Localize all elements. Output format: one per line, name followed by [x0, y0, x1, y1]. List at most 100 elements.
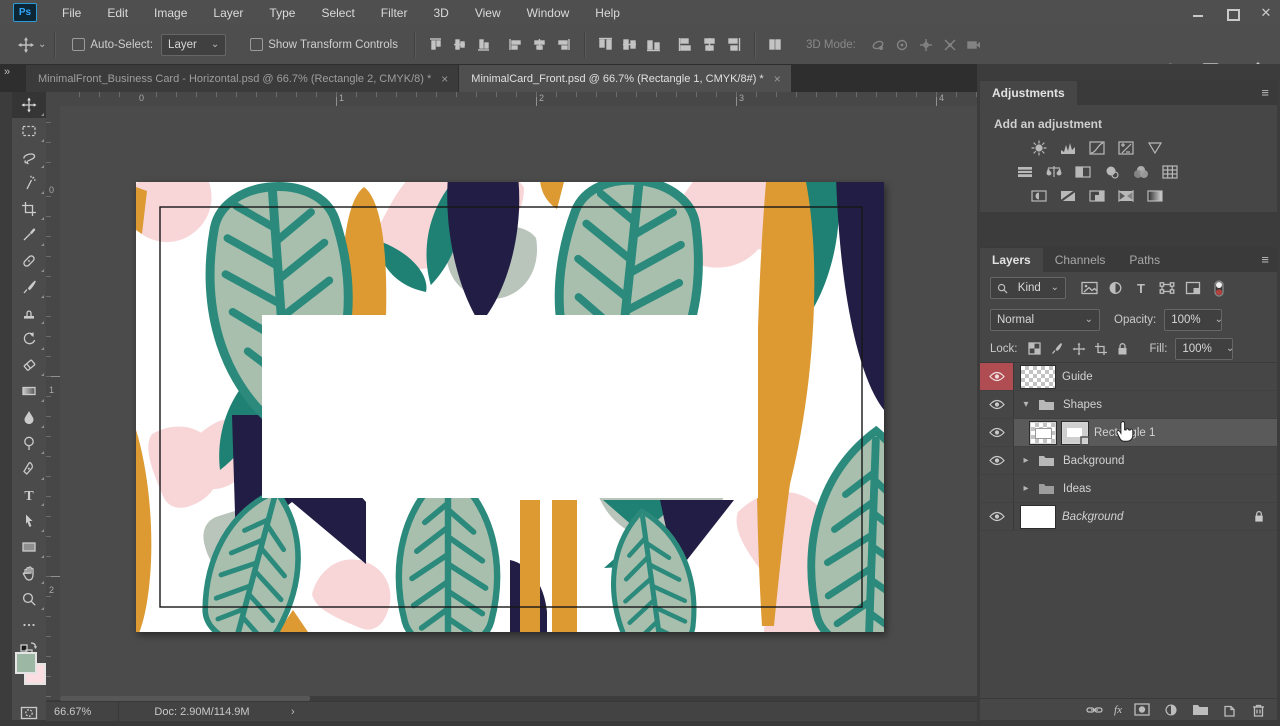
distribute-left-edges-icon[interactable] [674, 33, 698, 57]
eyedropper-tool[interactable] [12, 222, 46, 248]
menu-view[interactable]: View [462, 0, 514, 25]
layer-row-background[interactable]: Background [980, 503, 1277, 531]
lock-transparent-pixels-icon[interactable] [1024, 339, 1046, 359]
channel-mixer-icon[interactable] [1130, 163, 1152, 181]
curves-icon[interactable] [1086, 139, 1108, 157]
invert-icon[interactable] [1028, 187, 1050, 205]
tab-layers[interactable]: Layers [980, 248, 1043, 272]
crop-tool[interactable] [12, 196, 46, 222]
layer-name[interactable]: Guide [1062, 371, 1093, 383]
tool-preset-caret-icon[interactable]: ⌄ [38, 41, 46, 49]
lasso-tool[interactable] [12, 144, 46, 170]
new-group-icon[interactable] [1191, 700, 1209, 720]
distribute-horizontal-centers-icon[interactable] [698, 33, 722, 57]
marquee-tool[interactable] [12, 118, 46, 144]
document-tab-2[interactable]: MinimalCard_Front.psd @ 66.7% (Rectangle… [459, 65, 790, 92]
filter-adjustment-layers-icon[interactable] [1104, 278, 1126, 298]
path-selection-tool[interactable] [12, 508, 46, 534]
filter-smart-objects-icon[interactable] [1182, 278, 1204, 298]
lock-position-icon[interactable] [1068, 339, 1090, 359]
close-tab-icon[interactable]: × [774, 72, 781, 86]
layer-row-background-group[interactable]: ▸ Background [980, 447, 1277, 475]
levels-icon[interactable] [1057, 139, 1079, 157]
distribute-vertical-centers-icon[interactable] [618, 33, 642, 57]
color-balance-icon[interactable] [1043, 163, 1065, 181]
menu-window[interactable]: Window [514, 0, 583, 25]
spot-healing-brush-tool[interactable] [12, 248, 46, 274]
collapse-toolbar-icon[interactable]: » [4, 66, 9, 78]
photo-filter-icon[interactable] [1101, 163, 1123, 181]
foreground-color-swatch[interactable] [15, 652, 37, 674]
rectangle-shape-tool[interactable] [12, 534, 46, 560]
menu-3d[interactable]: 3D [420, 0, 461, 25]
move-tool[interactable] [12, 92, 46, 118]
tab-adjustments[interactable]: Adjustments [980, 81, 1077, 105]
layer-row-ideas[interactable]: ▸ Ideas [980, 475, 1277, 503]
dodge-tool[interactable] [12, 430, 46, 456]
align-horizontal-centers-icon[interactable] [528, 33, 552, 57]
menu-filter[interactable]: Filter [368, 0, 421, 25]
blend-mode-dropdown[interactable]: Normal ⌄ [990, 309, 1100, 331]
menu-layer[interactable]: Layer [200, 0, 256, 25]
clone-stamp-tool[interactable] [12, 300, 46, 326]
chevron-right-icon[interactable]: ▸ [1020, 483, 1032, 494]
distribute-bottom-edges-icon[interactable] [642, 33, 666, 57]
color-lookup-icon[interactable] [1159, 163, 1181, 181]
layer-filter-toggle[interactable] [1208, 278, 1230, 298]
brush-tool[interactable] [12, 274, 46, 300]
exposure-icon[interactable] [1115, 139, 1137, 157]
document-tab-1[interactable]: MinimalFront_Business Card - Horizontal.… [26, 65, 458, 92]
filter-shape-layers-icon[interactable] [1156, 278, 1178, 298]
zoom-tool[interactable] [12, 586, 46, 612]
document-canvas[interactable] [136, 182, 884, 632]
auto-select-dropdown[interactable]: Layer ⌄ [161, 34, 226, 56]
visibility-eye-icon[interactable] [980, 447, 1014, 474]
gradient-map-icon[interactable] [1115, 187, 1137, 205]
ruler-origin-box[interactable] [46, 92, 61, 107]
layer-name[interactable]: Ideas [1063, 483, 1091, 495]
gradient-tool[interactable] [12, 378, 46, 404]
eraser-tool[interactable] [12, 352, 46, 378]
show-transform-checkbox[interactable] [250, 38, 263, 51]
vibrance-icon[interactable] [1144, 139, 1166, 157]
visibility-eye-empty[interactable] [980, 475, 1014, 502]
layer-name[interactable]: Background [1063, 455, 1124, 467]
menu-image[interactable]: Image [141, 0, 200, 25]
visibility-eye-icon[interactable] [980, 391, 1014, 418]
layer-thumbnail[interactable] [1020, 365, 1056, 389]
filter-type-layers-icon[interactable]: T [1130, 278, 1152, 298]
filter-pixel-layers-icon[interactable] [1078, 278, 1100, 298]
lock-artboard-icon[interactable] [1090, 339, 1112, 359]
align-left-edges-icon[interactable] [504, 33, 528, 57]
auto-align-layers-icon[interactable] [764, 33, 788, 57]
maximize-icon[interactable] [1226, 7, 1238, 19]
brightness-contrast-icon[interactable] [1028, 139, 1050, 157]
align-top-edges-icon[interactable] [424, 33, 448, 57]
visibility-eye-icon[interactable] [980, 503, 1014, 530]
quick-mask-icon[interactable] [12, 700, 46, 726]
layer-row-guide[interactable]: Guide [980, 363, 1277, 391]
hand-tool[interactable] [12, 560, 46, 586]
close-tab-icon[interactable]: × [441, 72, 448, 86]
status-options-chevron-icon[interactable]: › [291, 706, 295, 718]
close-icon[interactable]: ✕ [1260, 7, 1272, 19]
distribute-top-edges-icon[interactable] [594, 33, 618, 57]
zoom-level-field[interactable]: 66.67% [54, 706, 110, 718]
quick-selection-tool[interactable] [12, 170, 46, 196]
opacity-field[interactable]: 100% ⌄ [1164, 309, 1222, 331]
canvas-area[interactable] [60, 106, 977, 696]
posterize-icon[interactable] [1057, 187, 1079, 205]
panel-menu-icon[interactable]: ≡ [1261, 252, 1269, 267]
menu-file[interactable]: File [49, 0, 94, 25]
lock-image-pixels-icon[interactable] [1046, 339, 1068, 359]
layer-name[interactable]: Shapes [1063, 399, 1102, 411]
layer-thumbnail[interactable] [1030, 422, 1056, 444]
black-and-white-icon[interactable] [1072, 163, 1094, 181]
panel-menu-icon[interactable]: ≡ [1261, 85, 1269, 100]
menu-type[interactable]: Type [256, 0, 308, 25]
layer-row-shapes[interactable]: ▾ Shapes [980, 391, 1277, 419]
lock-all-icon[interactable] [1112, 339, 1134, 359]
selective-color-icon[interactable] [1144, 187, 1166, 205]
blur-tool[interactable] [12, 404, 46, 430]
minimize-icon[interactable] [1192, 7, 1204, 19]
